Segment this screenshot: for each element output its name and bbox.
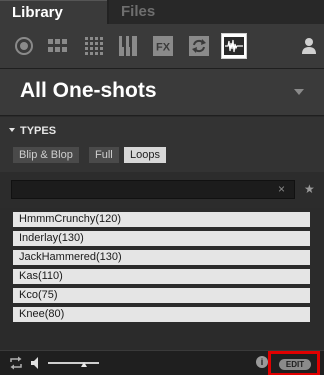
list-item[interactable]: Knee(80): [13, 307, 310, 322]
info-icon[interactable]: i: [256, 356, 268, 368]
search-area: × ★: [0, 172, 324, 208]
tag-blip-blop[interactable]: Blip & Blop: [13, 147, 79, 163]
footer-bar: i EDIT: [0, 350, 324, 375]
content-type-bar: FX: [0, 24, 324, 68]
svg-text:FX: FX: [156, 42, 171, 54]
chevron-down-icon[interactable]: [294, 89, 304, 95]
volume-slider-handle[interactable]: [81, 362, 87, 367]
grid-4x4-icon[interactable]: [83, 35, 105, 57]
tab-bar: Library Files: [0, 0, 324, 24]
page-title: All One-shots: [20, 79, 157, 102]
list-item[interactable]: HmmmCrunchy(120): [13, 212, 310, 227]
grid-3x2-icon[interactable]: [47, 35, 69, 57]
tag-full[interactable]: Full: [89, 147, 119, 163]
collapse-triangle-icon[interactable]: [9, 128, 15, 133]
product-selector[interactable]: All One-shots: [0, 68, 324, 116]
volume-slider[interactable]: [48, 362, 99, 364]
fx-icon[interactable]: FX: [152, 35, 174, 57]
list-item[interactable]: Kas(110): [13, 269, 310, 284]
edit-button[interactable]: EDIT: [279, 359, 311, 370]
star-icon[interactable]: ★: [304, 182, 315, 196]
tab-library[interactable]: Library: [0, 0, 107, 24]
speaker-icon[interactable]: [31, 357, 41, 369]
search-input[interactable]: [11, 180, 295, 199]
tab-files[interactable]: Files: [109, 0, 324, 24]
loop-arrows-icon[interactable]: [188, 35, 210, 57]
user-icon[interactable]: [298, 35, 320, 57]
results-list: HmmmCrunchy(120) Inderlay(130) JackHamme…: [0, 208, 324, 350]
types-filter: TYPES Blip & Blop Full Loops: [0, 117, 324, 172]
sync-icon[interactable]: [9, 356, 23, 370]
list-item[interactable]: Kco(75): [13, 288, 310, 303]
close-icon[interactable]: ×: [278, 182, 285, 196]
list-item[interactable]: Inderlay(130): [13, 231, 310, 246]
types-heading[interactable]: TYPES: [9, 125, 56, 137]
edit-highlight: EDIT: [268, 351, 320, 375]
types-heading-label: TYPES: [20, 125, 57, 137]
list-item[interactable]: JackHammered(130): [13, 250, 310, 265]
tag-loops[interactable]: Loops: [124, 147, 166, 163]
waveform-icon[interactable]: [221, 33, 247, 59]
circle-target-icon[interactable]: [13, 35, 35, 57]
piano-keys-icon[interactable]: [117, 35, 139, 57]
